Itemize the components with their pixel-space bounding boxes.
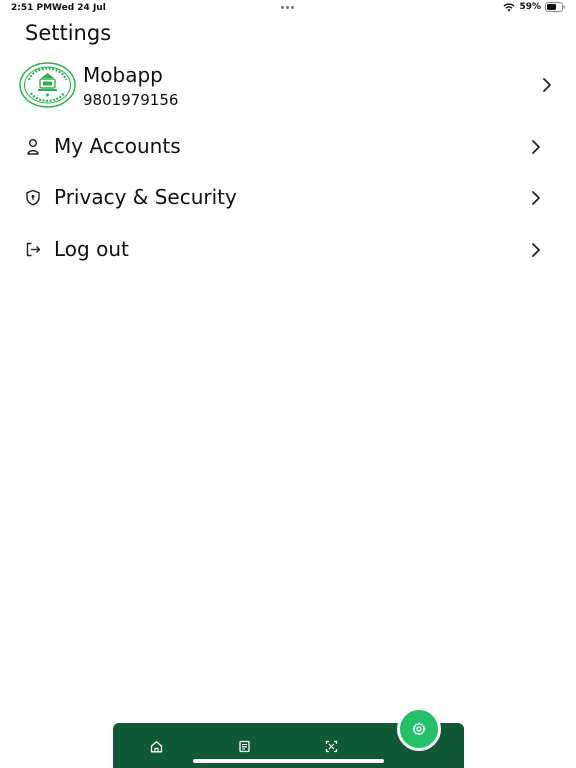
settings-tab-button[interactable]: [397, 707, 441, 751]
home-indicator: [193, 759, 384, 763]
menu-item-label: Log out: [54, 237, 129, 261]
gear-icon: [412, 722, 426, 736]
avatar: [19, 62, 76, 108]
home-icon[interactable]: [150, 740, 163, 753]
menu-item-label: My Accounts: [54, 134, 181, 158]
status-date: Wed 24 Jul: [52, 3, 106, 13]
status-right: 59%: [503, 2, 565, 12]
chevron-right-icon: [543, 78, 551, 92]
status-bar: 2:51 PM Wed 24 Jul 59%: [0, 0, 576, 16]
scan-icon[interactable]: [325, 740, 338, 753]
battery-percentage: 59%: [519, 2, 541, 12]
battery-icon: [545, 2, 565, 12]
shield-icon: [26, 189, 40, 206]
document-icon[interactable]: [238, 740, 251, 753]
chevron-right-icon: [532, 191, 540, 205]
user-icon: [27, 139, 39, 155]
menu-item-label: Privacy & Security: [54, 185, 237, 209]
multitasking-dots-icon[interactable]: [281, 6, 294, 9]
chevron-right-icon: [532, 243, 540, 257]
logout-icon: [26, 242, 41, 257]
page-title: Settings: [25, 21, 112, 45]
chevron-right-icon: [532, 140, 540, 154]
menu-item-my-accounts[interactable]: My Accounts: [0, 125, 576, 169]
menu-item-log-out[interactable]: Log out: [0, 228, 576, 272]
profile-row[interactable]: Mobapp 9801979156: [0, 58, 576, 114]
status-time: 2:51 PM: [11, 3, 53, 13]
wifi-icon: [503, 3, 515, 12]
profile-name: Mobapp: [83, 63, 163, 87]
menu-item-privacy-security[interactable]: Privacy & Security: [0, 176, 576, 220]
profile-phone: 9801979156: [83, 91, 179, 109]
